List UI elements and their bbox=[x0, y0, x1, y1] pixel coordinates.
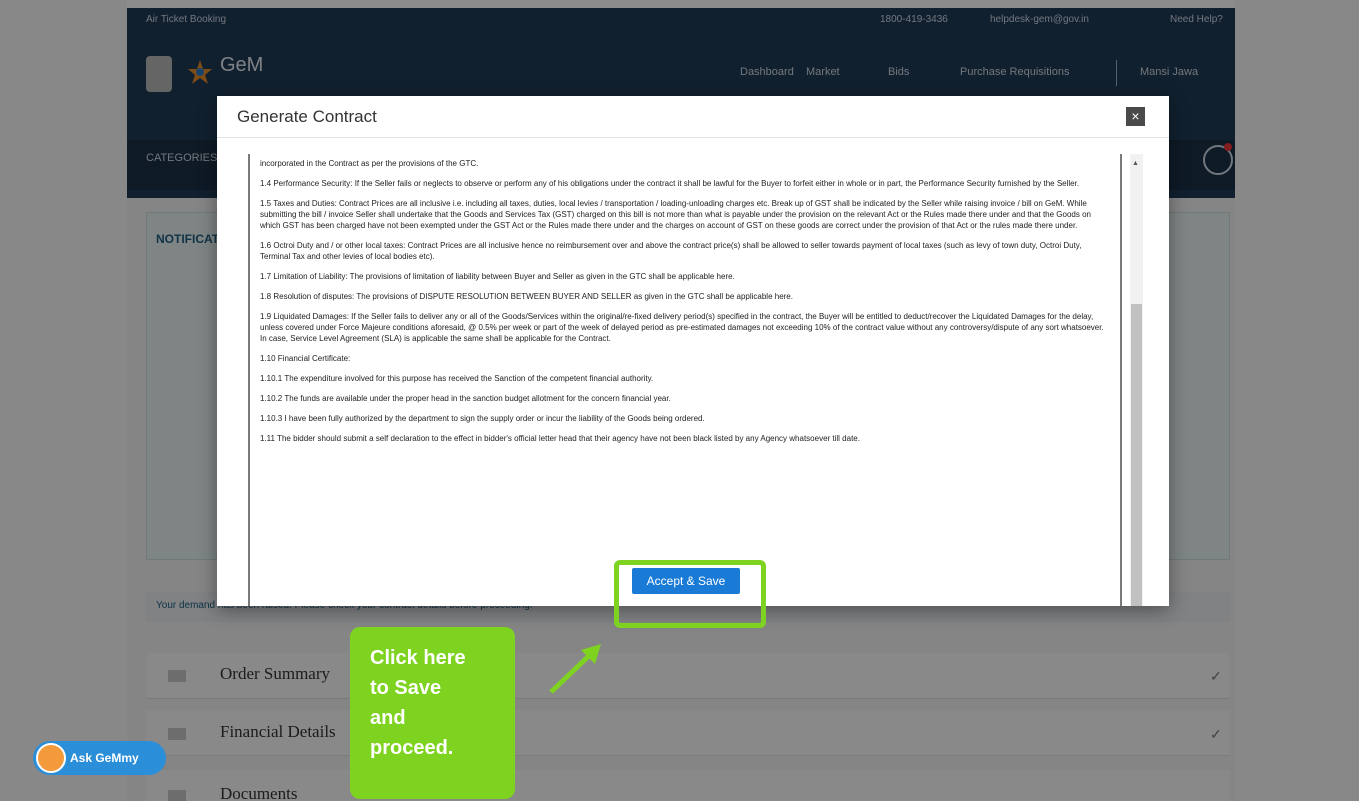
generate-contract-modal: Generate Contract × incorporated in the … bbox=[217, 96, 1169, 606]
callout-line: to Save bbox=[370, 677, 442, 699]
modal-scrollbar[interactable]: ▲ bbox=[1130, 154, 1143, 606]
terms-paragraph: 1.7 Limitation of Liability: The provisi… bbox=[260, 272, 735, 281]
terms-paragraph: 1.10 Financial Certificate: bbox=[260, 354, 351, 363]
gemmy-avatar-icon bbox=[36, 743, 66, 773]
terms-paragraph: 1.6 Octroi Duty and / or other local tax… bbox=[260, 241, 1082, 261]
terms-scroll-area[interactable]: incorporated in the Contract as per the … bbox=[248, 154, 1122, 606]
terms-text: incorporated in the Contract as per the … bbox=[260, 158, 1110, 453]
terms-paragraph: 1.11 The bidder should submit a self dec… bbox=[260, 434, 860, 443]
terms-paragraph: 1.4 Performance Security: If the Seller … bbox=[260, 179, 1080, 188]
terms-paragraph: 1.5 Taxes and Duties: Contract Prices ar… bbox=[260, 199, 1091, 230]
callout-line: proceed. bbox=[370, 737, 454, 759]
arrow-icon bbox=[549, 644, 601, 694]
modal-header: Generate Contract × bbox=[217, 96, 1169, 138]
scroll-up-icon[interactable]: ▲ bbox=[1132, 160, 1139, 167]
ask-gemmy-label: Ask GeMmy bbox=[70, 751, 139, 765]
instruction-callout: Click here to Save and proceed. bbox=[350, 627, 515, 799]
terms-paragraph: 1.8 Resolution of disputes: The provisio… bbox=[260, 292, 793, 301]
terms-paragraph: 1.10.2 The funds are available under the… bbox=[260, 394, 671, 403]
terms-paragraph: 1.10.3 I have been fully authorized by t… bbox=[260, 414, 705, 423]
callout-line: and bbox=[370, 707, 406, 729]
close-button[interactable]: × bbox=[1126, 107, 1145, 126]
terms-paragraph: 1.9 Liquidated Damages: If the Seller fa… bbox=[260, 312, 1104, 343]
terms-paragraph: incorporated in the Contract as per the … bbox=[260, 159, 479, 168]
highlight-box bbox=[614, 560, 766, 628]
modal-title: Generate Contract bbox=[237, 107, 377, 126]
terms-paragraph: 1.10.1 The expenditure involved for this… bbox=[260, 374, 654, 383]
callout-line: Click here bbox=[370, 647, 466, 669]
scrollbar-thumb[interactable] bbox=[1131, 304, 1142, 606]
